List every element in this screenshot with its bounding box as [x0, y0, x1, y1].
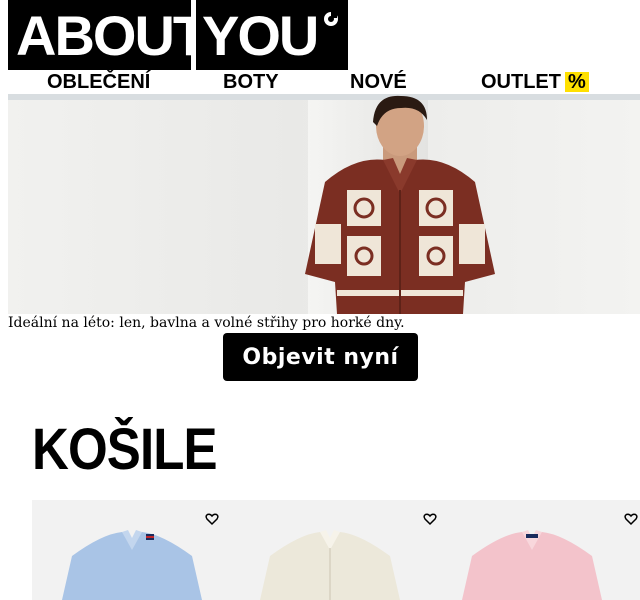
logo-about-text: ABOUT — [8, 0, 207, 70]
nav-item-outlet[interactable]: OUTLET% — [481, 70, 589, 94]
product-card[interactable] — [240, 500, 440, 600]
nav-item-outlet-label: OUTLET — [481, 71, 561, 93]
product-card[interactable] — [32, 500, 232, 600]
logo-ring-icon — [324, 12, 338, 26]
logo-you-block: YOU — [196, 0, 348, 70]
nav-item-nove[interactable]: NOVÉ — [350, 70, 407, 94]
product-card[interactable] — [448, 500, 640, 600]
logo-you-text: YOU — [202, 3, 319, 67]
section-title-kosile: KOŠILE — [32, 417, 218, 482]
main-navigation: OBLEČENÍ BOTY NOVÉ OUTLET% — [0, 70, 640, 94]
product-image-beige-shirt — [260, 530, 400, 600]
product-image-blue-shirt — [62, 530, 202, 600]
outlet-percent-badge: % — [565, 72, 589, 92]
brand-logo[interactable]: ABOUT YOU — [8, 0, 348, 70]
product-image-pink-shirt — [462, 530, 602, 600]
hero-model-illustration — [305, 95, 495, 314]
heart-outline-icon[interactable] — [423, 512, 437, 526]
nav-item-obleceni[interactable]: OBLEČENÍ — [47, 70, 150, 94]
hero-banner[interactable] — [8, 94, 640, 314]
heart-outline-icon[interactable] — [624, 512, 638, 526]
nav-item-boty[interactable]: BOTY — [223, 70, 279, 94]
product-carousel — [32, 500, 640, 600]
hero-caption: Ideální na léto: len, bavlna a volné stř… — [8, 315, 405, 331]
heart-outline-icon[interactable] — [205, 512, 219, 526]
discover-now-button[interactable]: Objevit nyní — [223, 333, 418, 381]
